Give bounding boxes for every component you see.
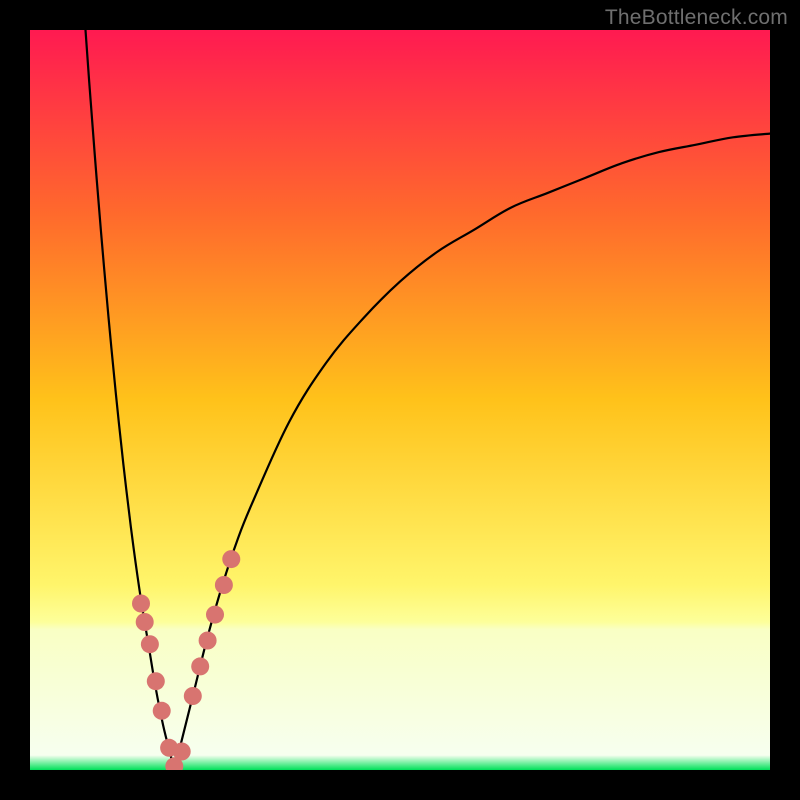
data-marker	[132, 595, 150, 613]
data-marker	[153, 702, 171, 720]
plot-area	[30, 30, 770, 770]
data-markers	[132, 550, 240, 770]
curve-left-branch	[86, 30, 175, 770]
data-marker	[199, 632, 217, 650]
data-marker	[184, 687, 202, 705]
data-marker	[222, 550, 240, 568]
watermark-text: TheBottleneck.com	[605, 6, 788, 30]
data-marker	[147, 672, 165, 690]
data-marker	[215, 576, 233, 594]
data-marker	[141, 635, 159, 653]
data-marker	[206, 606, 224, 624]
data-marker	[191, 657, 209, 675]
curve-layer	[30, 30, 770, 770]
chart-frame: TheBottleneck.com	[0, 0, 800, 800]
curve-right-branch	[174, 134, 770, 770]
data-marker	[173, 743, 191, 761]
data-marker	[136, 613, 154, 631]
